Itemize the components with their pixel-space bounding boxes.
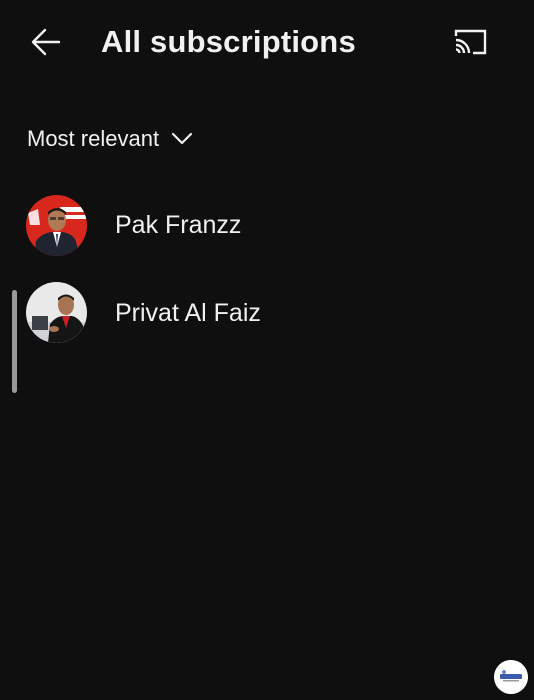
arrow-left-icon xyxy=(31,28,61,56)
sort-label: Most relevant xyxy=(27,126,160,151)
watermark-logo xyxy=(494,660,528,694)
avatar xyxy=(26,195,87,256)
back-button[interactable] xyxy=(26,22,66,62)
cast-button[interactable] xyxy=(450,24,490,60)
chevron-down-icon xyxy=(171,128,193,150)
scrollbar-thumb[interactable] xyxy=(12,290,17,393)
page-title: All subscriptions xyxy=(101,24,356,59)
sort-dropdown[interactable]: Most relevant xyxy=(27,124,193,154)
channel-name: Pak Franzz xyxy=(115,211,242,239)
cast-icon xyxy=(454,29,487,55)
avatar xyxy=(26,282,87,343)
channel-item-privat-al-faiz[interactable]: Privat Al Faiz xyxy=(0,273,534,353)
top-app-bar: All subscriptions xyxy=(0,0,534,90)
channel-item-pak-franzz[interactable]: Pak Franzz xyxy=(0,185,534,265)
channel-name: Privat Al Faiz xyxy=(115,299,261,327)
